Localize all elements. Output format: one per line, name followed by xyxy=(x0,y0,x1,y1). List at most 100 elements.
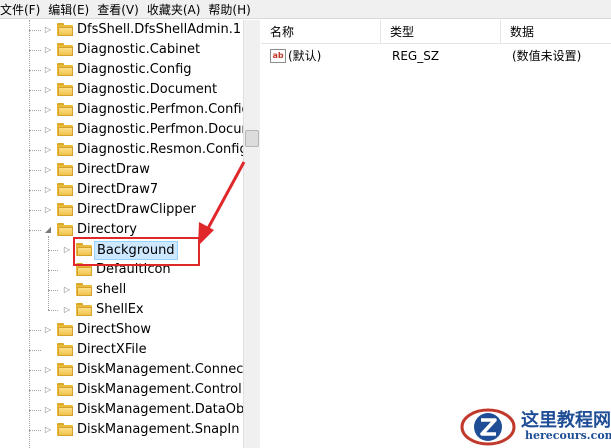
tree-item[interactable]: ▷ Diagnostic.Config xyxy=(0,60,243,80)
tree-connector-line xyxy=(29,110,41,111)
tree-connector-line xyxy=(29,390,41,391)
list-row[interactable]: ab (默认) REG_SZ (数值未设置) xyxy=(261,46,611,66)
menu-help[interactable]: 帮助(H) xyxy=(208,1,256,18)
tree-expand-icon[interactable]: ▷ xyxy=(44,426,52,434)
tree-expand-icon[interactable]: ▷ xyxy=(44,86,52,94)
tree-connector-line xyxy=(29,130,41,131)
tree-item-label: DirectXFile xyxy=(77,342,147,357)
tree-item[interactable]: ▷ Diagnostic.Cabinet xyxy=(0,40,243,60)
tree-expand-icon[interactable]: ▷ xyxy=(44,106,52,114)
watermark-subtitle: herecours.com xyxy=(525,429,611,442)
tree-connector-line xyxy=(29,230,41,231)
folder-icon xyxy=(57,23,73,36)
folder-icon xyxy=(57,163,73,176)
tree-expand-icon[interactable]: ▷ xyxy=(44,386,52,394)
tree-connector-line xyxy=(29,190,41,191)
registry-values-list[interactable]: 名称 类型 数据 ab (默认) REG_SZ (数值未设置) xyxy=(261,20,611,448)
folder-icon xyxy=(57,143,73,156)
tree-expand-icon[interactable]: ▷ xyxy=(44,46,52,54)
column-header-type[interactable]: 类型 xyxy=(381,20,501,44)
tree-expand-icon[interactable]: ▷ xyxy=(44,126,52,134)
tree-item[interactable]: ▷ DirectShow xyxy=(0,320,243,340)
tree-item[interactable]: ▷ DfsShell.DfsShellAdmin.1 xyxy=(0,20,243,40)
tree-item-label: Diagnostic.Resmon.Config xyxy=(77,142,243,157)
tree-item[interactable]: ▷ Diagnostic.Resmon.Config xyxy=(0,140,243,160)
menu-file[interactable]: 文件(F) xyxy=(0,1,46,18)
tree-connector-line xyxy=(29,70,41,71)
tree-connector-line xyxy=(48,250,58,251)
tree-item[interactable]: ▷ DiskManagement.Connectio xyxy=(0,360,243,380)
tree-item[interactable]: ▷ DiskManagement.Control xyxy=(0,380,243,400)
tree-expand-icon[interactable]: ▷ xyxy=(44,206,52,214)
tree-item-label: DiskManagement.DataObjec xyxy=(77,402,243,417)
tree-expand-icon[interactable]: ▷ xyxy=(44,366,52,374)
tree-item-label: DiskManagement.Connectio xyxy=(77,362,243,377)
tree-connector-line xyxy=(29,350,41,351)
tree-expand-icon[interactable]: ▷ xyxy=(44,326,52,334)
column-header-data[interactable]: 数据 xyxy=(501,20,611,44)
tree-expand-icon[interactable]: ▷ xyxy=(63,246,71,254)
tree-connector-line xyxy=(29,150,41,151)
tree-item[interactable]: ▷ shell xyxy=(0,280,243,300)
tree-item[interactable]: ▷ Diagnostic.Perfmon.Config xyxy=(0,100,243,120)
menu-bar: 文件(F) 编辑(E) 查看(V) 收藏夹(A) 帮助(H) xyxy=(0,0,611,19)
folder-icon xyxy=(57,63,73,76)
tree-connector-line xyxy=(29,170,41,171)
tree-scrollbar-thumb[interactable] xyxy=(245,130,259,147)
tree-item-label: ShellEx xyxy=(96,302,144,317)
folder-icon xyxy=(57,103,73,116)
menu-view[interactable]: 查看(V) xyxy=(97,1,145,18)
tree-connector-line xyxy=(29,210,41,211)
tree-collapse-icon[interactable]: ◢ xyxy=(44,226,52,234)
tree-connector-line xyxy=(29,50,41,51)
folder-icon xyxy=(76,283,92,296)
folder-icon xyxy=(57,363,73,376)
tree-expand-icon[interactable]: ▷ xyxy=(44,26,52,34)
value-data: (数值未设置) xyxy=(512,49,582,63)
site-watermark: 这里教程网 herecours.com xyxy=(459,403,611,448)
tree-expand-icon[interactable]: ▷ xyxy=(63,286,71,294)
menu-edit[interactable]: 编辑(E) xyxy=(48,1,95,18)
value-type: REG_SZ xyxy=(392,49,440,63)
tree-expand-icon[interactable]: ▷ xyxy=(44,146,52,154)
folder-icon xyxy=(57,343,73,356)
tree-item-label: DirectDraw xyxy=(77,162,150,177)
tree-item-label: DiskManagement.SnapIn xyxy=(77,422,240,437)
folder-icon xyxy=(57,203,73,216)
folder-icon xyxy=(57,83,73,96)
folder-icon xyxy=(57,423,73,436)
column-header-name[interactable]: 名称 xyxy=(261,20,381,44)
annotation-arrow xyxy=(198,161,246,246)
tree-connector-line xyxy=(29,90,41,91)
tree-item[interactable]: ▷ ShellEx xyxy=(0,300,243,320)
tree-item[interactable]: ▷ Diagnostic.Document xyxy=(0,80,243,100)
folder-icon xyxy=(57,223,73,236)
folder-icon xyxy=(57,43,73,56)
tree-connector-line xyxy=(29,30,41,31)
string-value-icon: ab xyxy=(270,49,286,63)
menu-favorites[interactable]: 收藏夹(A) xyxy=(147,1,207,18)
tree-item-label: shell xyxy=(96,282,127,297)
tree-item-label: DirectDraw7 xyxy=(77,182,159,197)
tree-item-label: Diagnostic.Perfmon.Config xyxy=(77,102,243,117)
tree-expand-icon[interactable]: ▷ xyxy=(44,406,52,414)
tree-expand-icon[interactable]: ▷ xyxy=(44,66,52,74)
folder-icon xyxy=(57,183,73,196)
tree-item[interactable]: ▷ Diagnostic.Perfmon.Docume xyxy=(0,120,243,140)
tree-item-label: Directory xyxy=(77,222,137,237)
list-header: 名称 类型 数据 xyxy=(261,20,611,44)
tree-connector-line xyxy=(29,410,41,411)
tree-expand-icon[interactable]: ▷ xyxy=(63,306,71,314)
tree-item[interactable]: DirectXFile xyxy=(0,340,243,360)
tree-connector-line xyxy=(48,310,58,311)
tree-item[interactable]: ▷ DiskManagement.SnapIn xyxy=(0,420,243,440)
tree-connector-line xyxy=(48,270,58,271)
tree-expand-icon[interactable]: ▷ xyxy=(44,166,52,174)
tree-connector-line xyxy=(29,330,41,331)
tree-item-label: Diagnostic.Perfmon.Docume xyxy=(77,122,243,137)
watermark-logo-icon xyxy=(460,408,516,446)
tree-connector-line xyxy=(29,370,41,371)
tree-item[interactable]: ▷ DiskManagement.DataObjec xyxy=(0,400,243,420)
tree-expand-icon[interactable]: ▷ xyxy=(44,186,52,194)
tree-item-label: DirectShow xyxy=(77,322,152,337)
